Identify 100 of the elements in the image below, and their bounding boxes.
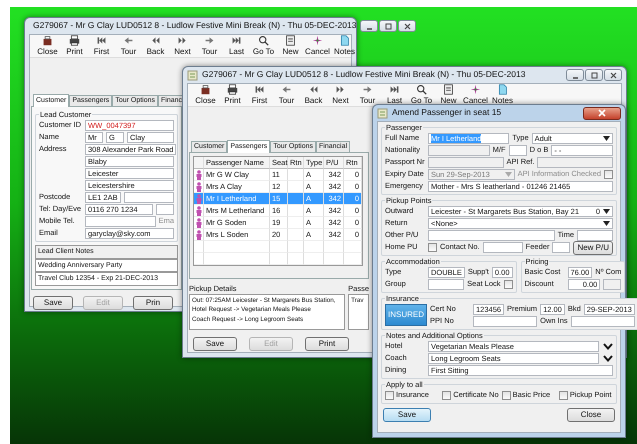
close-icon bbox=[598, 109, 606, 117]
checkbox[interactable] bbox=[385, 391, 394, 400]
toolbar-button[interactable]: Last bbox=[223, 35, 250, 56]
person-icon bbox=[196, 218, 202, 228]
table-cell bbox=[270, 253, 288, 265]
person-icon bbox=[196, 206, 202, 216]
action-button[interactable]: New P/U bbox=[573, 240, 613, 254]
arrow-left-icon bbox=[281, 84, 292, 95]
toolbar-button[interactable]: Back bbox=[300, 84, 327, 105]
caret-icon bbox=[504, 172, 512, 177]
text-field[interactable] bbox=[428, 279, 464, 290]
table-cell bbox=[304, 241, 324, 253]
skip-forward-icon bbox=[231, 35, 242, 46]
person-icon bbox=[196, 194, 202, 204]
maximize-button[interactable] bbox=[379, 20, 398, 32]
action-button[interactable]: Save bbox=[383, 408, 431, 422]
toolbar-button[interactable]: Notes bbox=[489, 84, 516, 105]
checkbox[interactable] bbox=[558, 391, 568, 400]
text-field[interactable] bbox=[577, 230, 613, 241]
sparkle-icon bbox=[312, 35, 323, 46]
toolbar-button[interactable]: Notes bbox=[331, 35, 358, 56]
toolbar-button[interactable]: Last bbox=[381, 84, 408, 105]
arrow-right-icon bbox=[362, 84, 373, 95]
table-cell bbox=[288, 229, 304, 241]
toolbar-button[interactable]: Go To bbox=[408, 84, 435, 105]
checkbox[interactable] bbox=[428, 243, 437, 252]
toolbar-button[interactable]: Tour bbox=[354, 84, 381, 105]
toolbar-button[interactable]: Back bbox=[142, 35, 169, 56]
checkbox[interactable] bbox=[442, 391, 452, 400]
page-icon bbox=[497, 84, 508, 95]
text-field[interactable] bbox=[124, 192, 174, 203]
text-field[interactable] bbox=[570, 316, 635, 327]
maximize-button[interactable] bbox=[585, 69, 603, 81]
text-field[interactable] bbox=[508, 145, 527, 156]
caret-icon bbox=[603, 136, 610, 141]
toolbar-button[interactable]: Tour bbox=[196, 35, 223, 56]
table-cell bbox=[344, 241, 362, 253]
text-field[interactable] bbox=[482, 242, 523, 253]
maximize-icon bbox=[590, 72, 598, 78]
toolbar-button[interactable]: First bbox=[88, 35, 115, 56]
minimize-button[interactable] bbox=[360, 20, 378, 32]
table-cell bbox=[304, 253, 324, 265]
text-field[interactable] bbox=[428, 230, 555, 241]
toolbar-button[interactable]: First bbox=[246, 84, 273, 105]
table-cell bbox=[288, 241, 304, 253]
window-title: G279067 - Mr G Clay LUD0512 8 - Ludlow Festive Mini Break (N) - Thu 05-DEC-2013 bbox=[33, 21, 356, 31]
bag-icon bbox=[42, 35, 53, 46]
arrow-right-icon bbox=[204, 35, 215, 46]
person-icon bbox=[196, 170, 202, 180]
toolbar-button[interactable]: New bbox=[435, 84, 462, 105]
toolbar-button[interactable]: Print bbox=[61, 35, 88, 56]
person-icon bbox=[196, 182, 202, 192]
app-icon bbox=[377, 108, 388, 118]
toolbar-button[interactable]: New bbox=[277, 35, 304, 56]
action-button[interactable]: Save bbox=[33, 296, 73, 310]
table-cell bbox=[288, 193, 304, 205]
window-title: Amend Passenger in seat 15 bbox=[392, 108, 502, 118]
close-button[interactable] bbox=[398, 20, 416, 32]
text-field[interactable] bbox=[85, 216, 156, 227]
bag-icon bbox=[200, 84, 211, 95]
close-icon bbox=[610, 72, 616, 78]
toolbar-button[interactable]: Cancel bbox=[304, 35, 331, 56]
checkbox[interactable] bbox=[502, 391, 511, 400]
text-field[interactable] bbox=[552, 242, 570, 253]
action-button[interactable]: Prin bbox=[133, 296, 173, 310]
toolbar-button[interactable]: Go To bbox=[250, 35, 277, 56]
toolbar-button[interactable]: Print bbox=[219, 84, 246, 105]
search-icon bbox=[416, 84, 427, 95]
table-cell bbox=[204, 241, 270, 253]
toolbar-button[interactable]: Next bbox=[169, 35, 196, 56]
table-cell bbox=[288, 253, 304, 265]
minimize-button[interactable] bbox=[566, 69, 584, 81]
table-cell bbox=[270, 241, 288, 253]
window-title: G279067 - Mr G Clay LUD0512 8 - Ludlow Festive Mini Break (N) - Thu 05-DEC-2013 bbox=[202, 70, 526, 80]
text-field[interactable] bbox=[473, 316, 538, 327]
toolbar-button[interactable]: Close bbox=[34, 35, 61, 56]
close-button[interactable] bbox=[583, 106, 621, 120]
toolbar-button[interactable]: Next bbox=[327, 84, 354, 105]
toolbar-button[interactable]: Tour bbox=[115, 35, 142, 56]
table-cell bbox=[324, 241, 344, 253]
checkbox[interactable] bbox=[604, 170, 613, 179]
sparkle-icon bbox=[470, 84, 481, 95]
close-button[interactable] bbox=[604, 69, 622, 81]
action-button[interactable]: Save bbox=[193, 336, 237, 351]
table-cell bbox=[288, 217, 304, 229]
arrow-left-icon bbox=[123, 35, 134, 46]
text-field[interactable] bbox=[156, 204, 174, 215]
person-icon bbox=[196, 230, 202, 240]
table-cell bbox=[288, 205, 304, 217]
toolbar-button[interactable]: Tour bbox=[273, 84, 300, 105]
toolbar-button[interactable]: Close bbox=[192, 84, 219, 105]
action-button[interactable]: Close bbox=[567, 408, 615, 422]
skip-back-icon bbox=[96, 35, 107, 46]
rewind-icon bbox=[308, 84, 319, 95]
action-button[interactable]: Print bbox=[305, 336, 349, 351]
skip-forward-icon bbox=[389, 84, 400, 95]
table-cell bbox=[288, 169, 304, 181]
rewind-icon bbox=[150, 35, 161, 46]
checkbox[interactable] bbox=[504, 280, 512, 289]
page-icon bbox=[339, 35, 350, 46]
